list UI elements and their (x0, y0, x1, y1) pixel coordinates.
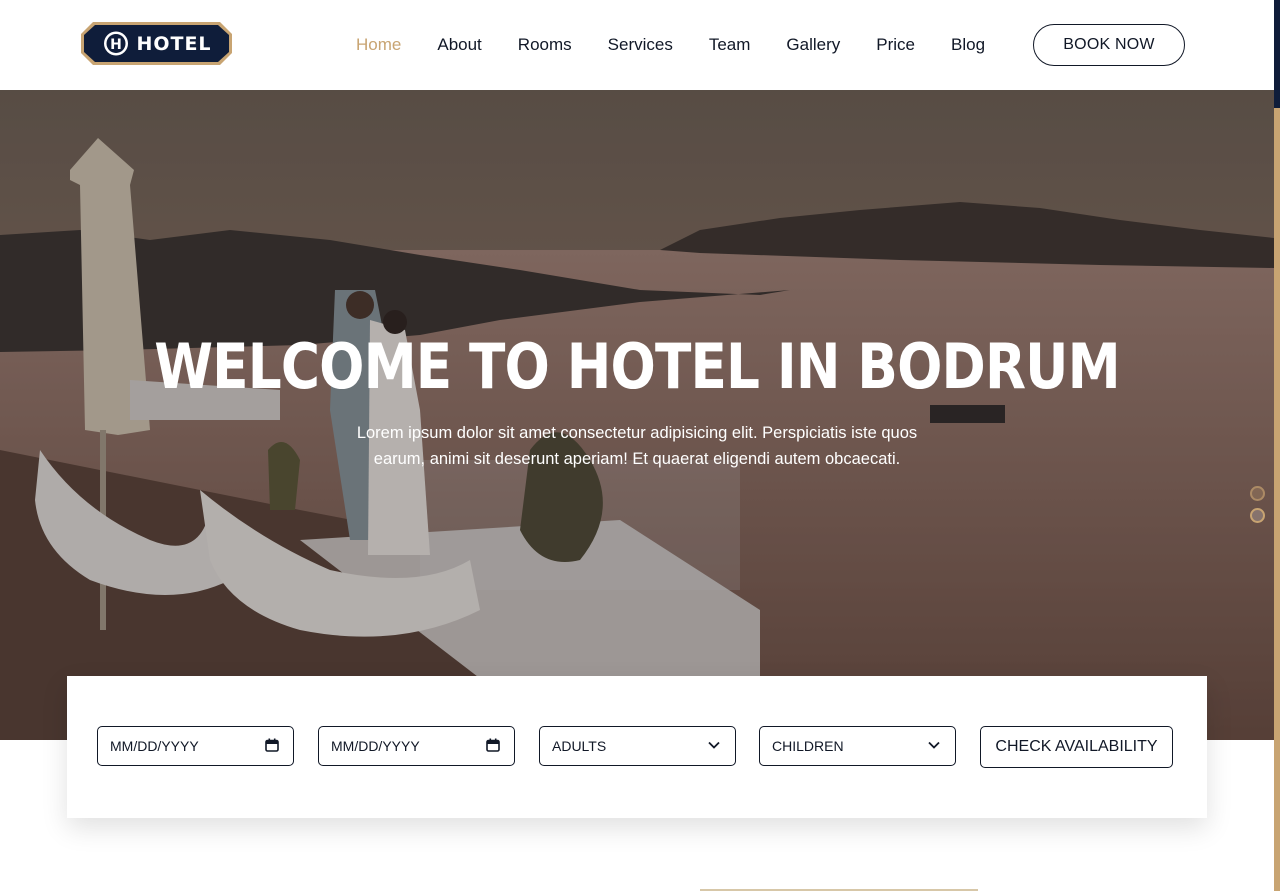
hero-subtitle: Lorem ipsum dolor sit amet consectetur a… (356, 424, 918, 468)
adults-select[interactable]: ADULTS (539, 726, 736, 766)
checkin-date-placeholder: MM/DD/YYYY (110, 738, 199, 754)
nav-price[interactable]: Price (876, 35, 915, 55)
hero-overlay (0, 90, 1274, 740)
chevron-down-icon (708, 741, 720, 749)
checkout-date-placeholder: MM/DD/YYYY (331, 738, 420, 754)
slider-dot-1[interactable] (1250, 486, 1265, 501)
logo-text: HOTEL (136, 33, 211, 55)
logo-mark: H (110, 37, 122, 53)
site-header: H HOTEL Home About Rooms Services Team G… (0, 0, 1274, 90)
checkin-date-input[interactable]: MM/DD/YYYY (97, 726, 294, 766)
nav-home[interactable]: Home (356, 35, 401, 55)
slider-dots (1250, 486, 1265, 530)
check-availability-button[interactable]: CHECK AVAILABILITY (980, 726, 1173, 768)
page-scrollbar-thumb[interactable] (1274, 0, 1280, 108)
main-nav: Home About Rooms Services Team Gallery P… (356, 0, 1021, 90)
hotel-logo[interactable]: H HOTEL (79, 20, 234, 67)
calendar-icon[interactable] (486, 738, 500, 752)
nav-services[interactable]: Services (608, 35, 673, 55)
adults-select-value: ADULTS (552, 738, 607, 754)
checkout-date-input[interactable]: MM/DD/YYYY (318, 726, 515, 766)
chevron-down-icon (928, 741, 940, 749)
slider-dot-2[interactable] (1250, 508, 1265, 523)
hero-section: WELCOME TO HOTEL IN BODRUM Lorem ipsum d… (0, 90, 1274, 740)
nav-about[interactable]: About (437, 35, 481, 55)
nav-rooms[interactable]: Rooms (518, 35, 572, 55)
nav-blog[interactable]: Blog (951, 35, 985, 55)
calendar-icon[interactable] (265, 738, 279, 752)
children-select[interactable]: CHILDREN (759, 726, 956, 766)
page-scrollbar-track[interactable] (1274, 0, 1280, 891)
children-select-value: CHILDREN (772, 738, 844, 754)
booking-form: MM/DD/YYYY MM/DD/YYYY ADULTS CHILDREN CH… (67, 676, 1207, 818)
nav-gallery[interactable]: Gallery (786, 35, 840, 55)
book-now-button[interactable]: BOOK NOW (1033, 24, 1185, 66)
hero-title: WELCOME TO HOTEL IN BODRUM (154, 330, 1120, 403)
nav-team[interactable]: Team (709, 35, 751, 55)
logo-badge-icon: H HOTEL (81, 22, 232, 65)
